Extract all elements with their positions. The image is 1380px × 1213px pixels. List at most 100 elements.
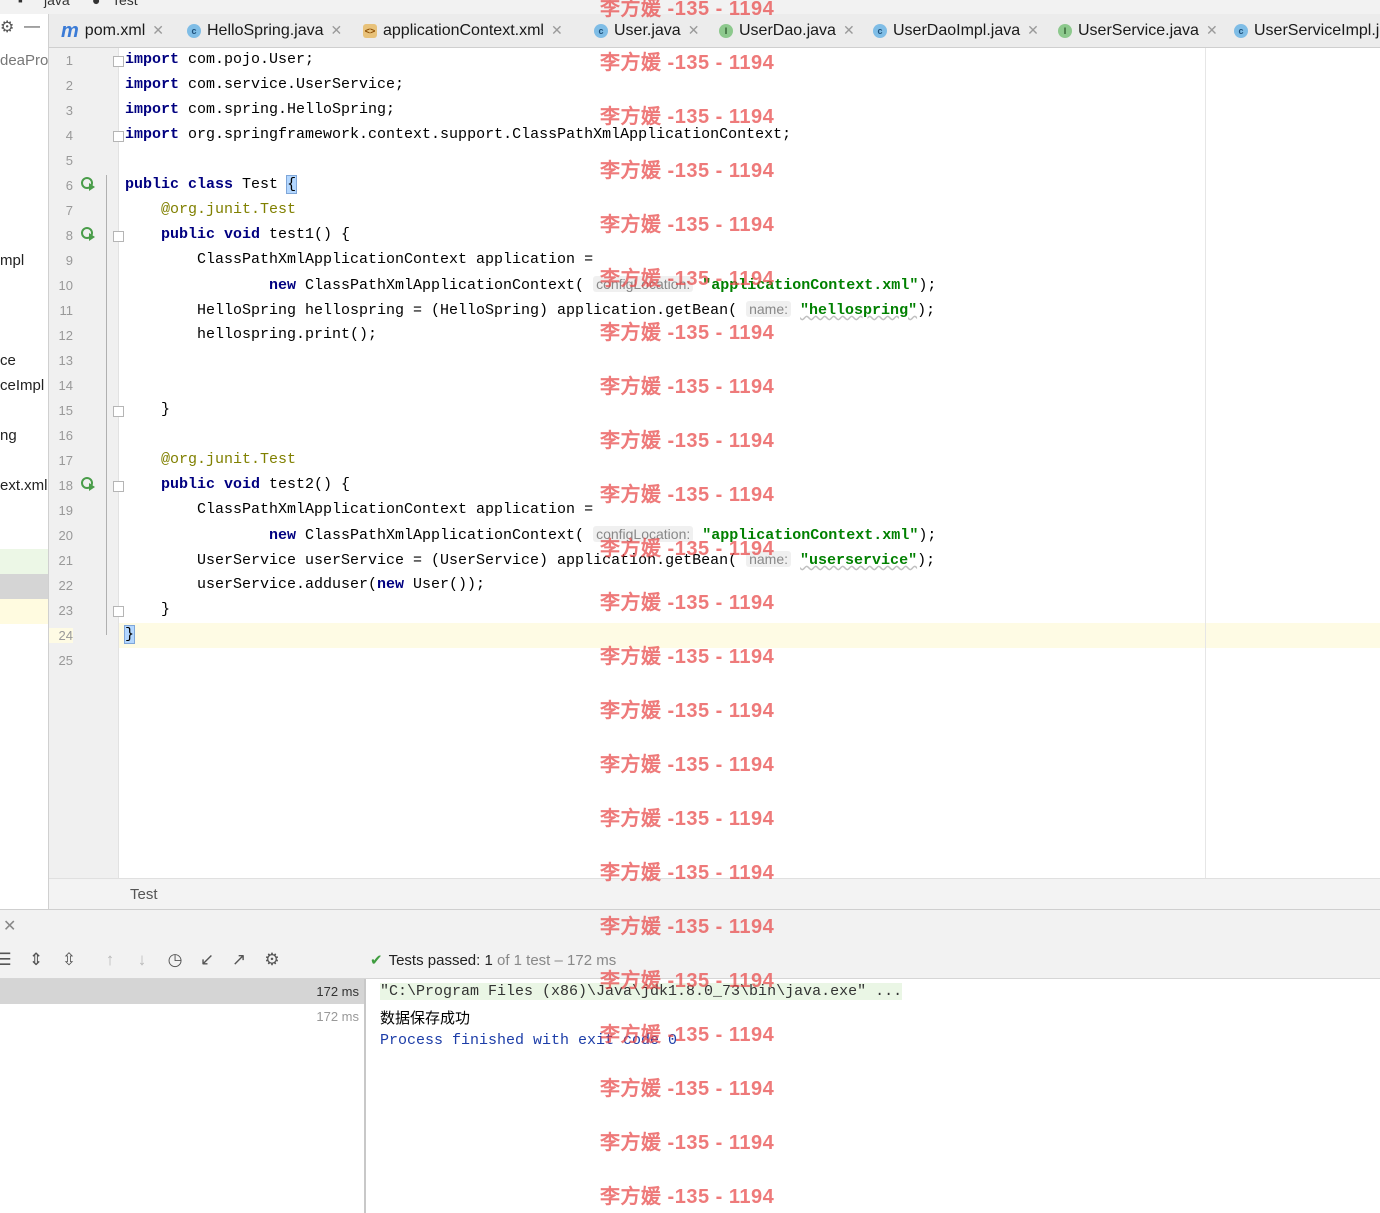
tab-label: applicationContext.xml bbox=[383, 21, 544, 39]
tab-userdao-java[interactable]: I UserDao.java ✕ bbox=[719, 14, 855, 47]
tab-pom-xml[interactable]: m pom.xml ✕ bbox=[61, 14, 164, 47]
line-number: 9 bbox=[65, 253, 73, 268]
close-icon[interactable]: ✕ bbox=[551, 22, 563, 39]
tab-label: User.java bbox=[614, 21, 681, 39]
code-line-23: } bbox=[161, 601, 171, 618]
project-path-fragment[interactable]: deaPro bbox=[0, 52, 48, 69]
project-row-selected[interactable] bbox=[0, 574, 48, 599]
line-number: 10 bbox=[58, 278, 73, 293]
code-line-24: } bbox=[123, 625, 136, 644]
line-number: 15 bbox=[58, 403, 73, 418]
console-command-line: "C:\Program Files (x86)\Java\jdk1.8.0_73… bbox=[380, 983, 903, 1000]
tab-applicationcontext-xml[interactable]: <> applicationContext.xml ✕ bbox=[363, 14, 563, 47]
maven-icon: m bbox=[61, 19, 79, 42]
code-line-15: } bbox=[161, 401, 171, 418]
tab-userserviceimpl-java[interactable]: c UserServiceImpl.j bbox=[1234, 14, 1379, 47]
tab-user-java[interactable]: c User.java ✕ bbox=[594, 14, 699, 47]
project-item-fragment[interactable]: ext.xml bbox=[0, 477, 48, 494]
line-number: 11 bbox=[59, 303, 74, 318]
history-icon[interactable]: ◷ bbox=[165, 950, 185, 970]
project-row-highlight bbox=[0, 599, 48, 624]
class-icon: c bbox=[594, 23, 608, 38]
settings-gear-icon[interactable]: ⚙ bbox=[262, 950, 282, 970]
close-icon[interactable]: ✕ bbox=[843, 22, 855, 39]
project-item-fragment[interactable]: ng bbox=[0, 427, 17, 444]
tab-hellospring-java[interactable]: c HelloSpring.java ✕ bbox=[187, 14, 342, 47]
code-line-22: userService.adduser(new User()); bbox=[197, 576, 486, 593]
run-test-icon[interactable] bbox=[81, 177, 95, 191]
line-number: 14 bbox=[58, 378, 73, 393]
code-line-18: public void test2() { bbox=[161, 476, 351, 493]
run-test-icon[interactable] bbox=[81, 227, 95, 241]
project-item-fragment[interactable]: ce bbox=[0, 352, 16, 369]
fold-marker-icon[interactable] bbox=[113, 131, 124, 142]
check-icon: ✔ bbox=[370, 952, 383, 969]
test-tree: 172 ms 172 ms bbox=[0, 979, 366, 1213]
previous-test-icon[interactable]: ↑ bbox=[100, 950, 120, 970]
close-icon[interactable]: ✕ bbox=[152, 22, 164, 39]
fold-marker-icon[interactable] bbox=[113, 231, 124, 242]
minimize-icon[interactable]: — bbox=[24, 18, 40, 36]
test-tree-row[interactable]: 172 ms bbox=[0, 1004, 364, 1029]
close-icon[interactable]: ✕ bbox=[1206, 22, 1218, 39]
next-test-icon[interactable]: ↓ bbox=[132, 950, 152, 970]
line-number: 2 bbox=[65, 78, 73, 93]
close-icon[interactable]: ✕ bbox=[1027, 22, 1039, 39]
code-line-8: public void test1() { bbox=[161, 226, 351, 243]
tab-userdaoimpl-java[interactable]: c UserDaoImpl.java ✕ bbox=[873, 14, 1039, 47]
close-icon[interactable]: ✕ bbox=[331, 22, 343, 39]
line-number: 25 bbox=[58, 653, 73, 668]
tab-label: UserServiceImpl.j bbox=[1254, 21, 1380, 39]
fold-marker-icon[interactable] bbox=[113, 56, 124, 67]
line-number: 3 bbox=[65, 103, 73, 118]
folder-icon: ▪ bbox=[18, 0, 23, 8]
line-number: 1 bbox=[65, 53, 73, 68]
line-number: 21 bbox=[58, 553, 73, 568]
interface-icon: I bbox=[719, 23, 733, 38]
close-icon[interactable]: ✕ bbox=[3, 916, 16, 936]
project-item-fragment[interactable]: mpl bbox=[0, 252, 24, 269]
run-toolbar: ☰ ⇕ ⇳ ↑ ↓ ◷ ↙ ↗ ⚙ ✔ Tests passed: 1 of 1 … bbox=[0, 943, 1380, 979]
breadcrumb-item-java[interactable]: java bbox=[44, 0, 70, 8]
tab-label: UserDao.java bbox=[739, 21, 836, 39]
gear-icon[interactable]: ⚙ bbox=[0, 17, 14, 37]
menu-icon[interactable]: ☰ bbox=[0, 950, 14, 970]
test-tree-row-selected[interactable]: 172 ms bbox=[0, 979, 364, 1004]
class-icon: c bbox=[873, 23, 887, 38]
collapse-all-icon[interactable]: ⇳ bbox=[59, 950, 79, 970]
code-editor[interactable] bbox=[119, 48, 1380, 878]
run-test-icon[interactable] bbox=[81, 477, 95, 491]
tab-userservice-java[interactable]: I UserService.java ✕ bbox=[1058, 14, 1218, 47]
console-output-line: 数据保存成功 bbox=[380, 1010, 471, 1027]
class-icon: c bbox=[1234, 23, 1248, 38]
code-line-3: import com.spring.HelloSpring; bbox=[125, 101, 396, 118]
code-line-21: UserService userService = (UserService) … bbox=[197, 551, 936, 569]
xml-spring-icon: <> bbox=[363, 23, 377, 38]
import-tests-icon[interactable]: ↙ bbox=[197, 950, 217, 970]
fold-marker-icon[interactable] bbox=[113, 481, 124, 492]
code-line-6: public class Test { bbox=[125, 175, 298, 194]
editor-breadcrumb-item[interactable]: Test bbox=[130, 886, 158, 903]
export-tests-icon[interactable]: ↗ bbox=[229, 950, 249, 970]
line-number: 16 bbox=[58, 428, 73, 443]
code-line-1: import com.pojo.User; bbox=[125, 51, 315, 68]
code-line-20: new ClassPathXmlApplicationContext( conf… bbox=[269, 526, 937, 544]
console-output[interactable]: "C:\Program Files (x86)\Java\jdk1.8.0_73… bbox=[366, 979, 1380, 1213]
fold-marker-icon[interactable] bbox=[113, 406, 124, 417]
code-line-2: import com.service.UserService; bbox=[125, 76, 405, 93]
project-item-fragment[interactable]: ceImpl bbox=[0, 377, 44, 394]
parameter-hint: configLocation: bbox=[593, 526, 694, 542]
editor-gutter: 1 2 3 4 5 6 7 8 9 10 11 12 13 14 15 16 1… bbox=[49, 48, 124, 878]
line-number: 4 bbox=[65, 128, 73, 143]
breadcrumb-item-test[interactable]: Test bbox=[112, 0, 138, 8]
tab-label: HelloSpring.java bbox=[207, 21, 324, 39]
right-margin-guide bbox=[1205, 48, 1206, 878]
close-icon[interactable]: ✕ bbox=[688, 22, 700, 39]
line-number: 17 bbox=[58, 453, 73, 468]
code-line-19: ClassPathXmlApplicationContext applicati… bbox=[197, 501, 594, 518]
fold-marker-icon[interactable] bbox=[113, 606, 124, 617]
interface-icon: I bbox=[1058, 23, 1072, 38]
expand-all-icon[interactable]: ⇕ bbox=[26, 950, 46, 970]
class-icon: ● bbox=[92, 0, 101, 8]
editor-breadcrumb: Test bbox=[49, 878, 1380, 909]
